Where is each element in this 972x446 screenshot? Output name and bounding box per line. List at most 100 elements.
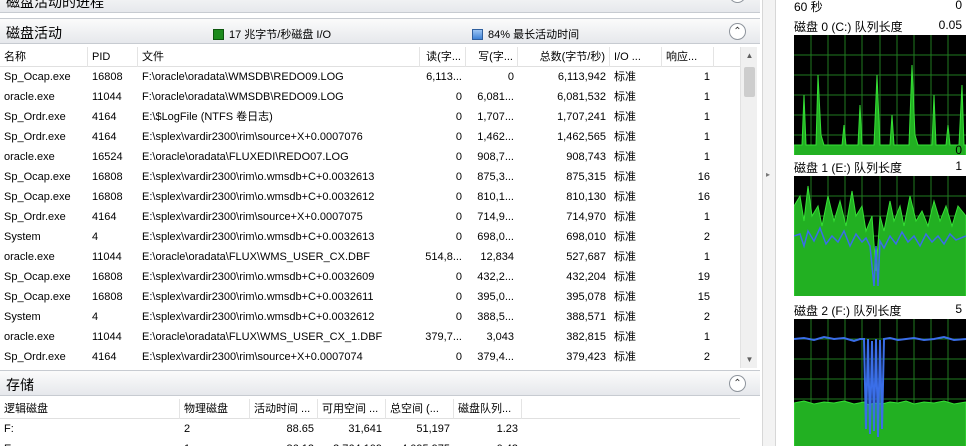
column-total[interactable]: 总数(字节/秒) bbox=[518, 47, 610, 67]
panel-splitter[interactable]: ▸ bbox=[762, 0, 776, 446]
cell-read: 0 bbox=[455, 171, 462, 183]
table-row[interactable]: System 4 E:\splex\vardir2300\rim\o.wmsdb+C… bbox=[0, 307, 740, 327]
column-free-space[interactable]: 可用空间 ... bbox=[318, 399, 386, 419]
scroll-thumb[interactable] bbox=[744, 67, 755, 97]
cell-write: 698,0... bbox=[477, 231, 514, 243]
scroll-down-icon[interactable]: ▼ bbox=[741, 351, 758, 368]
cell-response-time: 1 bbox=[703, 71, 710, 83]
graph-2-title: 磁盘 2 (F:) 队列长度 bbox=[794, 304, 902, 318]
graph-top-value: 0 bbox=[955, 0, 962, 12]
cell-pid: 16808 bbox=[92, 191, 123, 203]
cell-file: E:\$LogFile (NTFS 卷日志) bbox=[142, 111, 273, 123]
cell-io-priority: 标准 bbox=[614, 331, 636, 343]
cell-io-priority: 标准 bbox=[614, 251, 636, 263]
cell-io-priority: 标准 bbox=[614, 111, 636, 123]
cell-total: 527,687 bbox=[566, 251, 606, 263]
column-logical-disk[interactable]: 逻辑磁盘 bbox=[0, 399, 180, 419]
column-disk-queue[interactable]: 磁盘队列... bbox=[454, 399, 522, 419]
column-total-space[interactable]: 总空间 (... bbox=[386, 399, 454, 419]
table-row[interactable]: Sp_Ordr.exe 4164 E:\splex\vardir2300\rim\s… bbox=[0, 207, 740, 227]
cell-free-space: 3,764,109 bbox=[318, 439, 386, 446]
column-active-time[interactable]: 活动时间 ... bbox=[250, 399, 318, 419]
disk-activity-header[interactable]: 磁盘活动 17 兆字节/秒磁盘 I/O 84% 最长活动时间 ⌃ bbox=[0, 18, 760, 44]
cell-io-priority: 标准 bbox=[614, 271, 636, 283]
left-panel: 磁盘活动的进程 ⌃ 磁盘活动 17 兆字节/秒磁盘 I/O 84% 最长活动时间… bbox=[0, 0, 762, 446]
scroll-up-icon[interactable]: ▲ bbox=[741, 47, 758, 64]
table-row[interactable]: F: 2 88.65 31,641 51,197 1.23 bbox=[0, 419, 740, 439]
disk-activity-title: 磁盘活动 bbox=[6, 25, 62, 41]
table-row[interactable]: E:186.123,764,1094,095,9750.43 bbox=[0, 439, 740, 446]
table-row[interactable]: Sp_Ocap.exe 16808 F:\oracle\oradata\WMSDB\… bbox=[0, 67, 740, 87]
storage-table: F: 2 88.65 31,641 51,197 1.23 E:186.123,764,10… bbox=[0, 419, 740, 446]
cell-total: 388,571 bbox=[566, 311, 606, 323]
cell-read: 0 bbox=[455, 351, 462, 363]
cell-file: F:\oracle\oradata\WMSDB\REDO09.LOG bbox=[142, 71, 344, 83]
cell-write: 12,834 bbox=[480, 251, 514, 263]
cell-total: 1,462,565 bbox=[557, 131, 606, 143]
cell-physical-disk: 1 bbox=[180, 439, 250, 446]
cell-file: E:\oracle\oradata\FLUXEDI\REDO07.LOG bbox=[142, 151, 349, 163]
table-row[interactable]: Sp_Ocap.exe 16808 E:\splex\vardir2300\rim\… bbox=[0, 167, 740, 187]
graph-0-min: 0 bbox=[955, 143, 962, 157]
cell-read: 0 bbox=[455, 271, 462, 283]
table-row[interactable]: oracle.exe 11044 E:\oracle\oradata\FLUX\WM… bbox=[0, 327, 740, 347]
table-row[interactable]: Sp_Ordr.exe 4164 E:\splex\vardir2300\rim\s… bbox=[0, 347, 740, 367]
column-pid[interactable]: PID bbox=[88, 47, 138, 67]
graph-2-disk-f-queue bbox=[794, 319, 966, 446]
cell-pid: 16808 bbox=[92, 291, 123, 303]
table-row[interactable]: Sp_Ordr.exe 4164 E:\splex\vardir2300\rim\s… bbox=[0, 127, 740, 147]
table-row[interactable]: Sp_Ocap.exe 16808 E:\splex\vardir2300\rim\… bbox=[0, 187, 740, 207]
cell-pid: 16524 bbox=[92, 151, 123, 163]
cell-pid: 4 bbox=[92, 231, 99, 243]
cell-io-priority: 标准 bbox=[614, 311, 636, 323]
cell-name: System bbox=[4, 311, 41, 323]
cell-io-priority: 标准 bbox=[614, 71, 636, 83]
column-physical-disk[interactable]: 物理磁盘 bbox=[180, 399, 250, 419]
table-row[interactable]: oracle.exe 16524 E:\oracle\oradata\FLUXEDI… bbox=[0, 147, 740, 167]
column-file[interactable]: 文件 bbox=[138, 47, 420, 67]
column-name[interactable]: 名称 bbox=[0, 47, 88, 67]
cell-total: 810,130 bbox=[566, 191, 606, 203]
cell-response-time: 1 bbox=[703, 91, 710, 103]
disk-activity-scrollbar[interactable]: ▲ ▼ bbox=[740, 47, 757, 368]
table-row[interactable]: Sp_Ocap.exe 16808 E:\splex\vardir2300\rim\… bbox=[0, 267, 740, 287]
cell-total: 6,113,942 bbox=[557, 71, 606, 83]
processes-with-disk-activity-header[interactable]: 磁盘活动的进程 ⌃ bbox=[0, 0, 760, 13]
cell-read: 0 bbox=[455, 131, 462, 143]
cell-name: Sp_Ocap.exe bbox=[4, 191, 71, 203]
collapse-storage-icon[interactable]: ⌃ bbox=[729, 375, 746, 392]
cell-read: 0 bbox=[455, 311, 462, 323]
column-read[interactable]: 读(字... bbox=[420, 47, 466, 67]
column-io-priority[interactable]: I/O ... bbox=[610, 47, 662, 67]
table-row[interactable]: oracle.exe 11044 E:\oracle\oradata\FLUX\WM… bbox=[0, 247, 740, 267]
cell-total: 382,815 bbox=[566, 331, 606, 343]
table-row[interactable]: Sp_Ordr.exe 4164 E:\$LogFile (NTFS 卷日志) 0 1,… bbox=[0, 107, 740, 127]
column-response-time[interactable]: 响应... bbox=[662, 47, 714, 67]
cell-response-time: 1 bbox=[703, 211, 710, 223]
cell-name: System bbox=[4, 231, 41, 243]
collapse-disk-activity-icon[interactable]: ⌃ bbox=[729, 23, 746, 40]
table-row[interactable]: System 4 E:\splex\vardir2300\rim\o.wmsdb+C… bbox=[0, 227, 740, 247]
table-row[interactable]: oracle.exe 11044 F:\oracle\oradata\WMSDB\R… bbox=[0, 87, 740, 107]
cell-response-time: 15 bbox=[697, 291, 710, 303]
storage-header[interactable]: 存储 ⌃ bbox=[0, 370, 760, 396]
cell-write: 3,043 bbox=[486, 331, 514, 343]
cell-disk-queue: 1.23 bbox=[496, 423, 518, 435]
cell-read: 379,7... bbox=[425, 331, 462, 343]
cell-response-time: 19 bbox=[697, 271, 710, 283]
cell-read: 6,113... bbox=[426, 71, 462, 83]
table-row[interactable]: Sp_Ocap.exe 16808 E:\splex\vardir2300\rim\… bbox=[0, 287, 740, 307]
cell-file: E:\splex\vardir2300\rim\o.wmsdb+C+0.0032… bbox=[142, 271, 375, 283]
collapse-processes-icon[interactable]: ⌃ bbox=[729, 0, 746, 3]
cell-write: 395,0... bbox=[477, 291, 514, 303]
disk-io-stat: 17 兆字节/秒磁盘 I/O bbox=[213, 26, 331, 42]
splitter-grip-icon[interactable]: ▸ bbox=[766, 170, 770, 179]
cell-name: Sp_Ordr.exe bbox=[4, 351, 66, 363]
cell-io-priority: 标准 bbox=[614, 151, 636, 163]
cell-write: 908,7... bbox=[477, 151, 514, 163]
column-write[interactable]: 写(字... bbox=[466, 47, 518, 67]
cell-response-time: 1 bbox=[703, 331, 710, 343]
cell-total: 714,970 bbox=[566, 211, 606, 223]
cell-read: 0 bbox=[455, 191, 462, 203]
cell-name: Sp_Ocap.exe bbox=[4, 271, 71, 283]
